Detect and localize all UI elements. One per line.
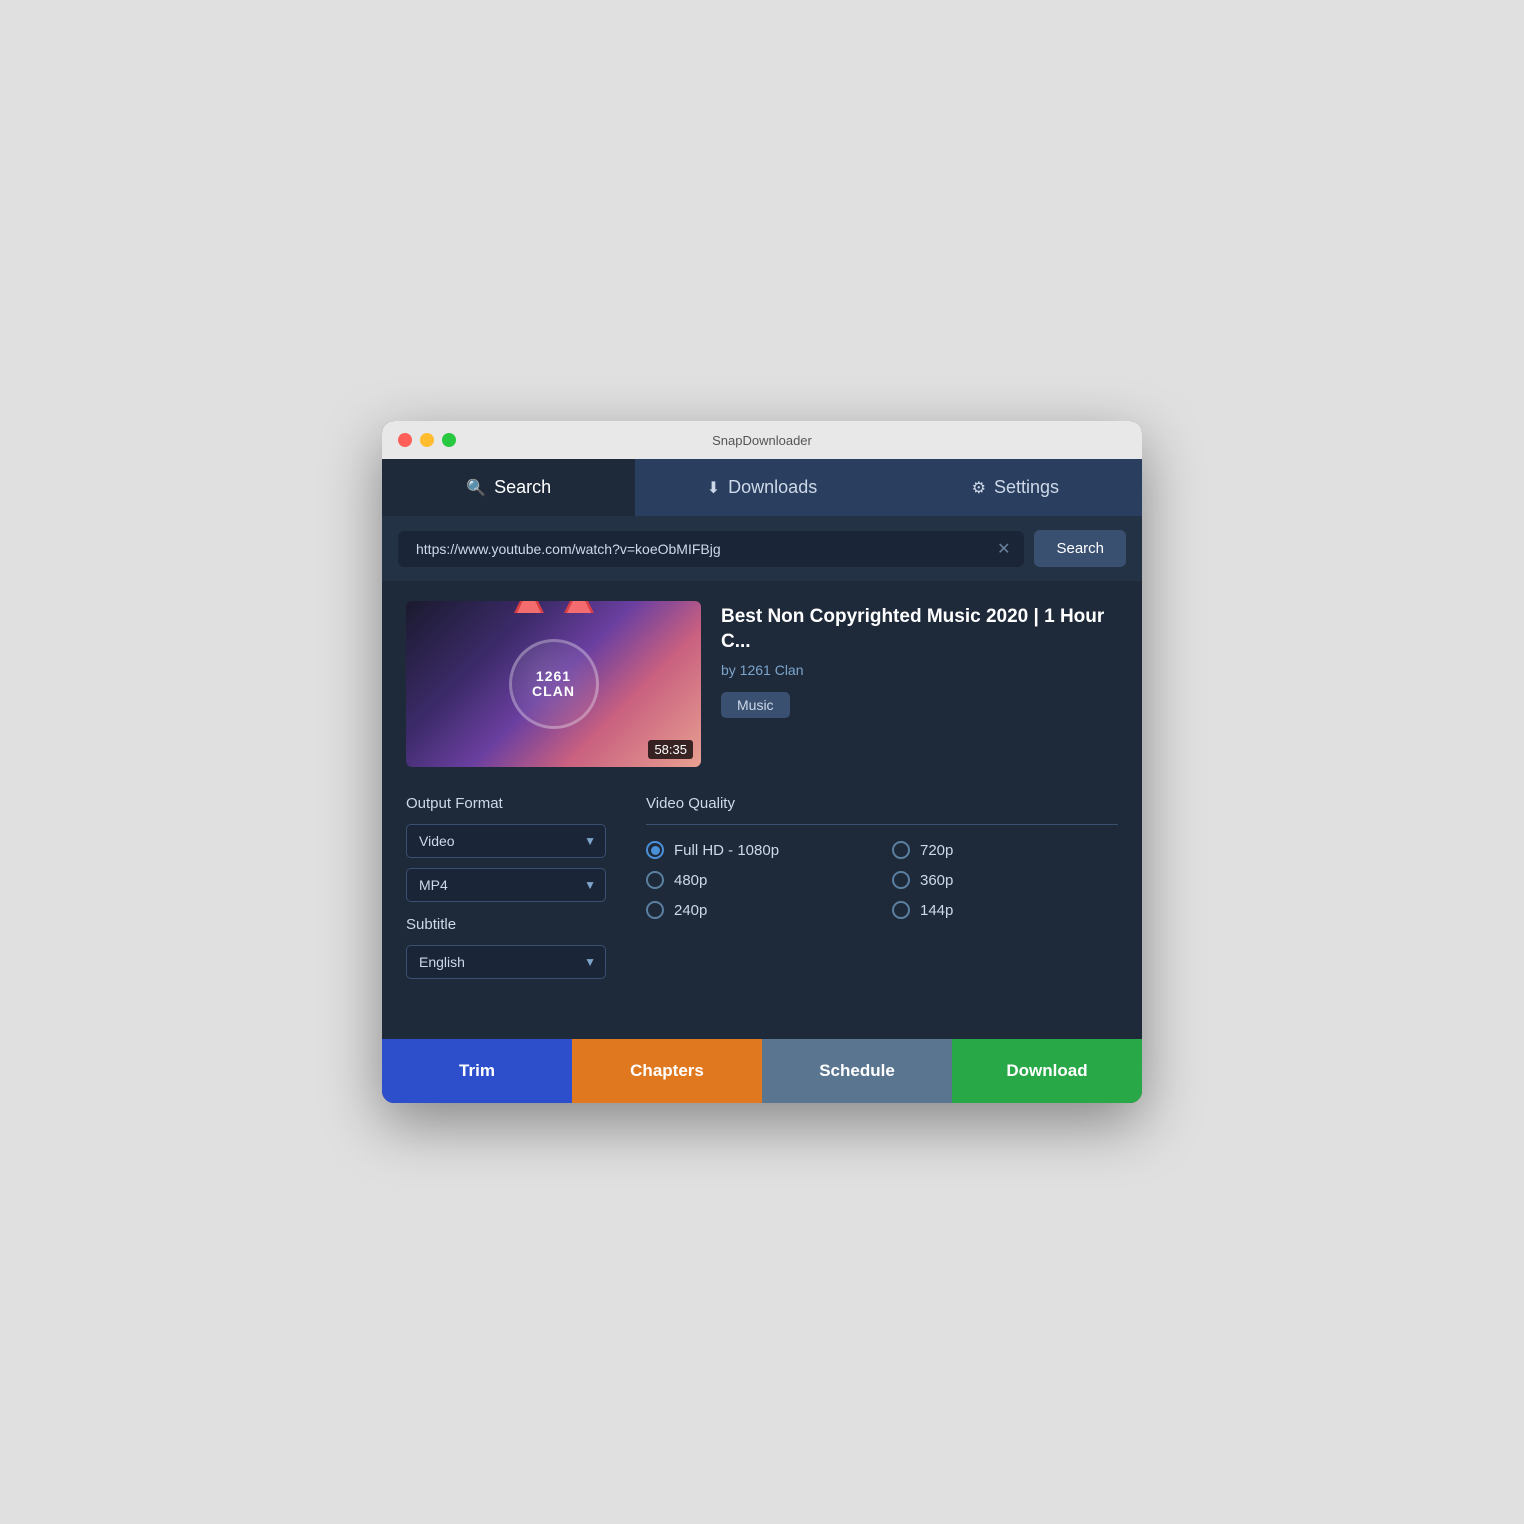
schedule-button[interactable]: Schedule	[762, 1039, 952, 1103]
subtitle-section: Subtitle English None Spanish French ▼	[406, 916, 606, 979]
radio-1080p[interactable]	[646, 841, 664, 859]
output-format-section: Output Format Video Audio Custom ▼ MP4 M…	[406, 795, 606, 989]
tab-search-label: Search	[494, 477, 551, 498]
quality-option-480p[interactable]: 480p	[646, 871, 872, 889]
subtitle-select-wrapper: English None Spanish French ▼	[406, 945, 606, 979]
video-author: by 1261 Clan	[721, 662, 1118, 678]
format-select-wrapper: Video Audio Custom ▼	[406, 824, 606, 858]
tab-settings[interactable]: ⚙ Settings	[889, 459, 1142, 516]
tab-downloads-label: Downloads	[728, 477, 817, 498]
url-input-wrapper: ✕	[398, 531, 1024, 567]
container-select-wrapper: MP4 MKV AVI MOV ▼	[406, 868, 606, 902]
video-meta: Best Non Copyrighted Music 2020 | 1 Hour…	[721, 601, 1118, 767]
quality-label-720p: 720p	[920, 842, 953, 859]
options-row: Output Format Video Audio Custom ▼ MP4 M…	[406, 795, 1118, 989]
video-tag: Music	[721, 692, 790, 718]
clan-ears-icon	[509, 601, 599, 613]
quality-label-144p: 144p	[920, 902, 953, 919]
download-button[interactable]: Download	[952, 1039, 1142, 1103]
quality-label-480p: 480p	[674, 872, 707, 889]
bottom-bar: Trim Chapters Schedule Download	[382, 1039, 1142, 1103]
format-select[interactable]: Video Audio Custom	[406, 824, 606, 858]
radio-240p[interactable]	[646, 901, 664, 919]
url-input[interactable]	[408, 531, 993, 567]
clan-logo: 1261 CLAN	[509, 639, 599, 729]
quality-label-360p: 360p	[920, 872, 953, 889]
quality-grid: Full HD - 1080p 720p 480p 360p	[646, 841, 1118, 919]
radio-720p[interactable]	[892, 841, 910, 859]
tab-downloads[interactable]: ⬇ Downloads	[635, 459, 888, 516]
download-icon: ⬇	[707, 478, 720, 498]
window-controls	[398, 433, 456, 447]
clan-logo-text: 1261 CLAN	[532, 669, 575, 700]
clear-button[interactable]: ✕	[993, 537, 1014, 561]
subtitle-label: Subtitle	[406, 916, 606, 933]
main-content: 1261 CLAN 58:35 Best Non Copyrighted Mus…	[382, 581, 1142, 1009]
gear-icon: ⚙	[972, 478, 986, 498]
video-info: 1261 CLAN 58:35 Best Non Copyrighted Mus…	[406, 601, 1118, 767]
clan-number: 1261	[532, 669, 575, 684]
duration-badge: 58:35	[648, 740, 693, 759]
app-title: SnapDownloader	[712, 433, 812, 448]
quality-divider	[646, 824, 1118, 825]
app-window: SnapDownloader 🔍 Search ⬇ Downloads ⚙ Se…	[382, 421, 1142, 1103]
trim-button[interactable]: Trim	[382, 1039, 572, 1103]
tab-search[interactable]: 🔍 Search	[382, 459, 635, 516]
quality-label-240p: 240p	[674, 902, 707, 919]
quality-option-144p[interactable]: 144p	[892, 901, 1118, 919]
search-icon: 🔍	[466, 478, 486, 498]
quality-option-1080p[interactable]: Full HD - 1080p	[646, 841, 872, 859]
quality-option-240p[interactable]: 240p	[646, 901, 872, 919]
tab-bar: 🔍 Search ⬇ Downloads ⚙ Settings	[382, 459, 1142, 516]
video-thumbnail: 1261 CLAN 58:35	[406, 601, 701, 767]
radio-360p[interactable]	[892, 871, 910, 889]
chapters-button[interactable]: Chapters	[572, 1039, 762, 1103]
quality-section: Video Quality Full HD - 1080p 720p 480p	[646, 795, 1118, 989]
container-select[interactable]: MP4 MKV AVI MOV	[406, 868, 606, 902]
tab-settings-label: Settings	[994, 477, 1059, 498]
subtitle-select[interactable]: English None Spanish French	[406, 945, 606, 979]
quality-option-360p[interactable]: 360p	[892, 871, 1118, 889]
quality-label: Video Quality	[646, 795, 1118, 812]
output-format-label: Output Format	[406, 795, 606, 812]
maximize-button[interactable]	[442, 433, 456, 447]
radio-144p[interactable]	[892, 901, 910, 919]
quality-option-720p[interactable]: 720p	[892, 841, 1118, 859]
title-bar: SnapDownloader	[382, 421, 1142, 459]
clan-name: CLAN	[532, 684, 575, 699]
minimize-button[interactable]	[420, 433, 434, 447]
radio-480p[interactable]	[646, 871, 664, 889]
close-button[interactable]	[398, 433, 412, 447]
search-bar: ✕ Search	[382, 516, 1142, 581]
quality-label-1080p: Full HD - 1080p	[674, 842, 779, 859]
video-title: Best Non Copyrighted Music 2020 | 1 Hour…	[721, 605, 1118, 654]
search-button[interactable]: Search	[1034, 530, 1126, 567]
